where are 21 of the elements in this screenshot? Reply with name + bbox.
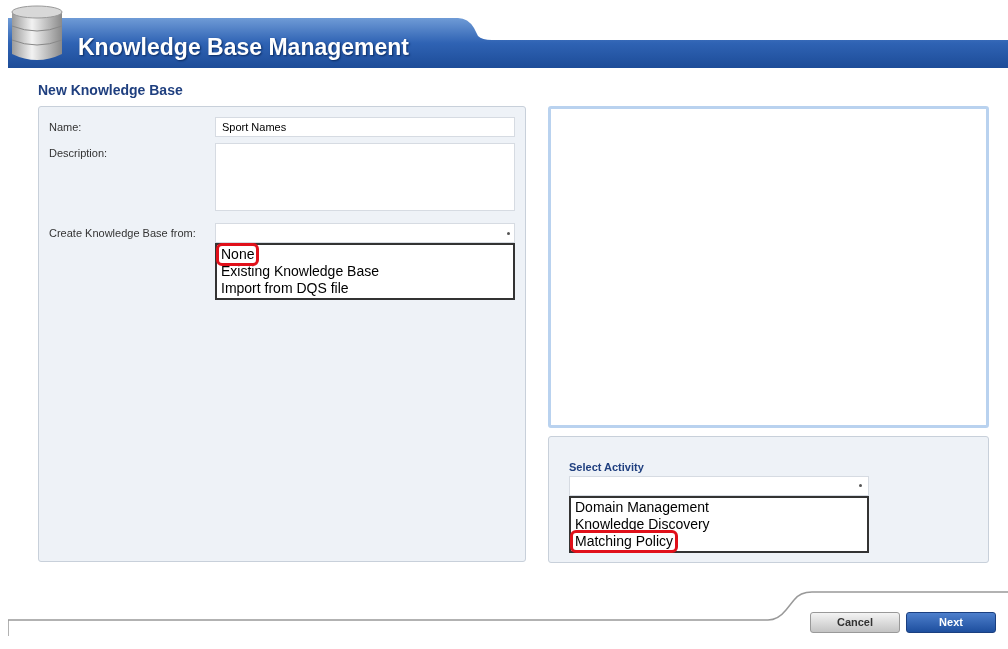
dropdown-option[interactable]: Import from DQS file — [219, 280, 351, 297]
activity-label: Select Activity — [569, 460, 645, 475]
next-button[interactable]: Next — [906, 612, 996, 633]
activity-dropdown[interactable] — [569, 475, 869, 496]
dropdown-option[interactable]: None — [219, 246, 257, 263]
page-title: New Knowledge Base — [38, 81, 184, 100]
description-field[interactable] — [215, 143, 515, 211]
header-title: Knowledge Base Management — [78, 33, 410, 62]
name-field[interactable]: Sport Names — [215, 117, 515, 137]
database-icon — [10, 4, 64, 62]
dropdown-option[interactable]: Domain Management — [573, 498, 711, 516]
caret-icon — [507, 231, 510, 235]
dropdown-option[interactable]: Existing Knowledge Base — [219, 263, 381, 280]
dropdown-option[interactable]: Matching Policy — [573, 532, 676, 550]
field-label: Name: — [49, 119, 83, 135]
caret-icon — [859, 484, 862, 487]
field-label: Description: — [49, 146, 109, 161]
field-label: Create Knowledge Base from: — [49, 226, 197, 241]
dropdown-option[interactable]: Knowledge Discovery — [573, 515, 712, 533]
cancel-button[interactable]: Cancel — [810, 612, 900, 633]
source-dropdown[interactable] — [215, 223, 515, 243]
